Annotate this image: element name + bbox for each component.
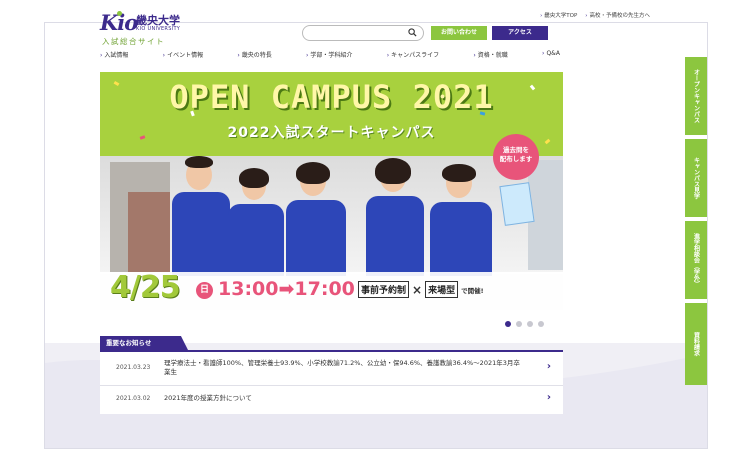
event-day-badge: 日 (196, 282, 213, 299)
top-links: › 畿央大学TOP › 高校・予備校の先生方へ (540, 11, 650, 19)
access-button[interactable]: アクセス (492, 26, 548, 40)
chevron-right-icon[interactable]: › (547, 392, 551, 403)
contact-button[interactable]: お問い合わせ (431, 26, 487, 40)
news-date: 2021.03.02 (116, 395, 151, 402)
chevron-right-icon: › (585, 13, 588, 19)
chevron-right-icon: › (100, 52, 103, 59)
news-text[interactable]: 2021年度の授業方針について (164, 394, 524, 403)
news-text[interactable]: 理学療法士・看護師100%、管理栄養士93.9%、小学校教諭71.2%、公立幼・… (164, 359, 524, 377)
logo-english: KIO UNIVERSITY (136, 26, 181, 32)
nav-item-events[interactable]: › イベント情報 (163, 50, 203, 62)
search-input[interactable] (302, 25, 424, 41)
news-heading: 重要なお知らせ (100, 336, 188, 350)
nav-item-campus-life[interactable]: › キャンパスライフ (387, 50, 439, 62)
event-time: 13:00➡17:00 (218, 278, 355, 300)
nav-item-departments[interactable]: › 学部・学科紹介 (306, 50, 352, 62)
side-tab-consultation[interactable]: 進学相談会（学外） (685, 221, 707, 299)
reservation-note: 事前予約制 × 来場型 で開催! (358, 281, 484, 298)
nav-item-admissions[interactable]: › 入試情報 (100, 50, 128, 62)
nav-item-features[interactable]: › 畿央の特長 (237, 50, 271, 62)
slider-dots (505, 321, 544, 327)
search-icon[interactable] (408, 28, 417, 37)
nav-item-qa[interactable]: › Q&A (542, 50, 560, 62)
chevron-right-icon[interactable]: › (547, 361, 551, 372)
nav-item-careers[interactable]: › 資格・就職 (473, 50, 507, 62)
past-exam-badge: 過去問を 配布します (493, 134, 539, 180)
logo-site-name: 入試総合サイト (102, 37, 165, 46)
logo-dot-icon (117, 11, 122, 16)
hero-subtitle: 2022入試スタートキャンパス (227, 125, 436, 141)
page: Kio 畿央大学 KIO UNIVERSITY 入試総合サイト › 畿央大学TOP… (0, 0, 750, 449)
chevron-right-icon: › (540, 13, 543, 19)
side-tab-campus-tour[interactable]: キャンパス見学 (685, 139, 707, 217)
news-item[interactable]: 2021.03.02 2021年度の授業方針について › (100, 386, 563, 414)
chevron-right-icon: › (306, 52, 309, 59)
hero-banner[interactable]: OPEN CAMPUS 2021 2022入試スタートキャンパス 過去問を 配布… (100, 72, 563, 310)
chevron-right-icon: › (542, 50, 545, 57)
side-tab-request-materials[interactable]: 資料請求 (685, 303, 707, 385)
news-date: 2021.03.23 (116, 364, 151, 371)
slider-dot[interactable] (505, 321, 511, 327)
link-university-top[interactable]: › 畿央大学TOP (540, 11, 577, 19)
slider-dot[interactable] (527, 321, 533, 327)
event-date: 4/25 (110, 270, 181, 305)
chevron-right-icon: › (162, 52, 166, 59)
chevron-right-icon: › (386, 52, 390, 59)
hero-title: OPEN CAMPUS 2021 (169, 78, 494, 116)
chevron-right-icon: › (473, 52, 476, 59)
slider-dot[interactable] (538, 321, 544, 327)
slider-dot[interactable] (516, 321, 522, 327)
chevron-right-icon: › (237, 52, 240, 59)
global-nav: › 入試情報 › イベント情報 › 畿央の特長 › 学部・学科紹介 › キャンパスライフ … (100, 50, 560, 62)
pamphlet-image (499, 182, 535, 226)
link-for-teachers[interactable]: › 高校・予備校の先生方へ (585, 11, 650, 19)
side-tab-open-campus[interactable]: オープンキャンパス (685, 57, 707, 135)
news-item[interactable]: 2021.03.23 理学療法士・看護師100%、管理栄養士93.9%、小学校教… (100, 352, 563, 386)
news-list: 2021.03.23 理学療法士・看護師100%、管理栄養士93.9%、小学校教… (100, 350, 563, 414)
